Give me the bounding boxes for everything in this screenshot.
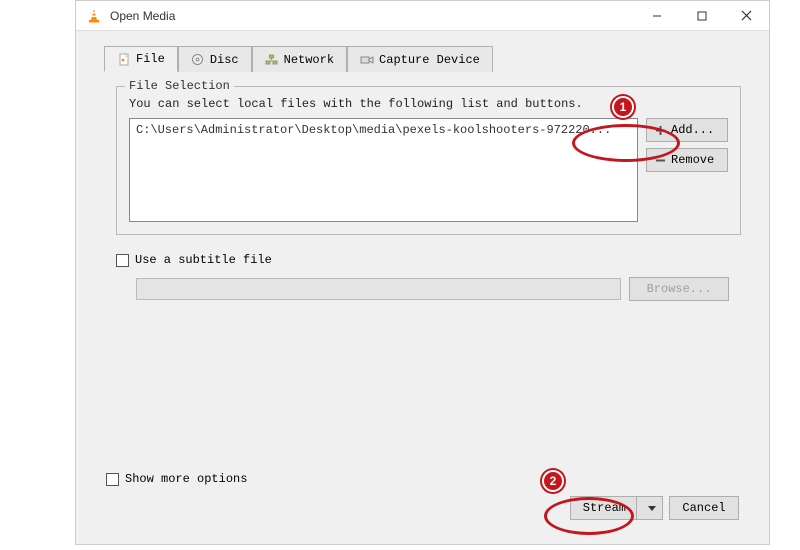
cancel-button[interactable]: Cancel [669,496,739,520]
subtitle-path-input [136,278,621,300]
capture-icon [360,53,374,67]
subtitle-checkbox-label: Use a subtitle file [135,253,272,267]
show-more-checkbox[interactable] [106,473,119,486]
subtitle-checkbox-row[interactable]: Use a subtitle file [116,253,729,267]
window-controls [634,1,769,31]
tab-file-label: File [136,52,165,66]
browse-button-label: Browse... [647,282,712,296]
subtitle-group: Use a subtitle file Browse... [116,253,729,301]
file-selection-group: File Selection You can select local file… [116,86,741,235]
file-list-item[interactable]: C:\Users\Administrator\Desktop\media\pex… [136,123,631,137]
show-more-label: Show more options [125,472,247,486]
stream-button-label[interactable]: Stream [571,497,637,519]
footer-buttons: Stream Cancel [570,496,739,520]
close-button[interactable] [724,1,769,31]
open-media-window: Open Media File Disc [75,0,770,545]
chevron-down-icon [648,504,656,512]
remove-button-label: Remove [671,153,714,167]
tab-file[interactable]: File [104,46,178,72]
file-selection-hint: You can select local files with the foll… [129,97,728,111]
file-list[interactable]: C:\Users\Administrator\Desktop\media\pex… [129,118,638,222]
tab-disc[interactable]: Disc [178,46,252,72]
window-title: Open Media [110,9,175,23]
file-icon [117,52,131,66]
titlebar: Open Media [76,1,769,31]
tab-network-label: Network [284,53,334,67]
minus-icon [655,155,666,166]
minimize-button[interactable] [634,1,679,31]
stream-dropdown-arrow[interactable] [642,500,662,516]
tab-capture-device[interactable]: Capture Device [347,46,493,72]
maximize-button[interactable] [679,1,724,31]
network-icon [265,53,279,67]
remove-button[interactable]: Remove [646,148,728,172]
plus-icon [655,125,666,136]
add-button[interactable]: Add... [646,118,728,142]
browse-button: Browse... [629,277,729,301]
tab-network[interactable]: Network [252,46,347,72]
vlc-cone-icon [86,8,102,24]
tab-disc-label: Disc [210,53,239,67]
add-button-label: Add... [671,123,714,137]
file-selection-legend: File Selection [125,79,234,93]
cancel-button-label: Cancel [682,501,725,515]
tab-bar: File Disc Network Capture Device [104,45,769,71]
stream-split-button[interactable]: Stream [570,496,663,520]
tab-capture-label: Capture Device [379,53,480,67]
disc-icon [191,53,205,67]
show-more-options-row[interactable]: Show more options [106,472,247,486]
subtitle-checkbox[interactable] [116,254,129,267]
